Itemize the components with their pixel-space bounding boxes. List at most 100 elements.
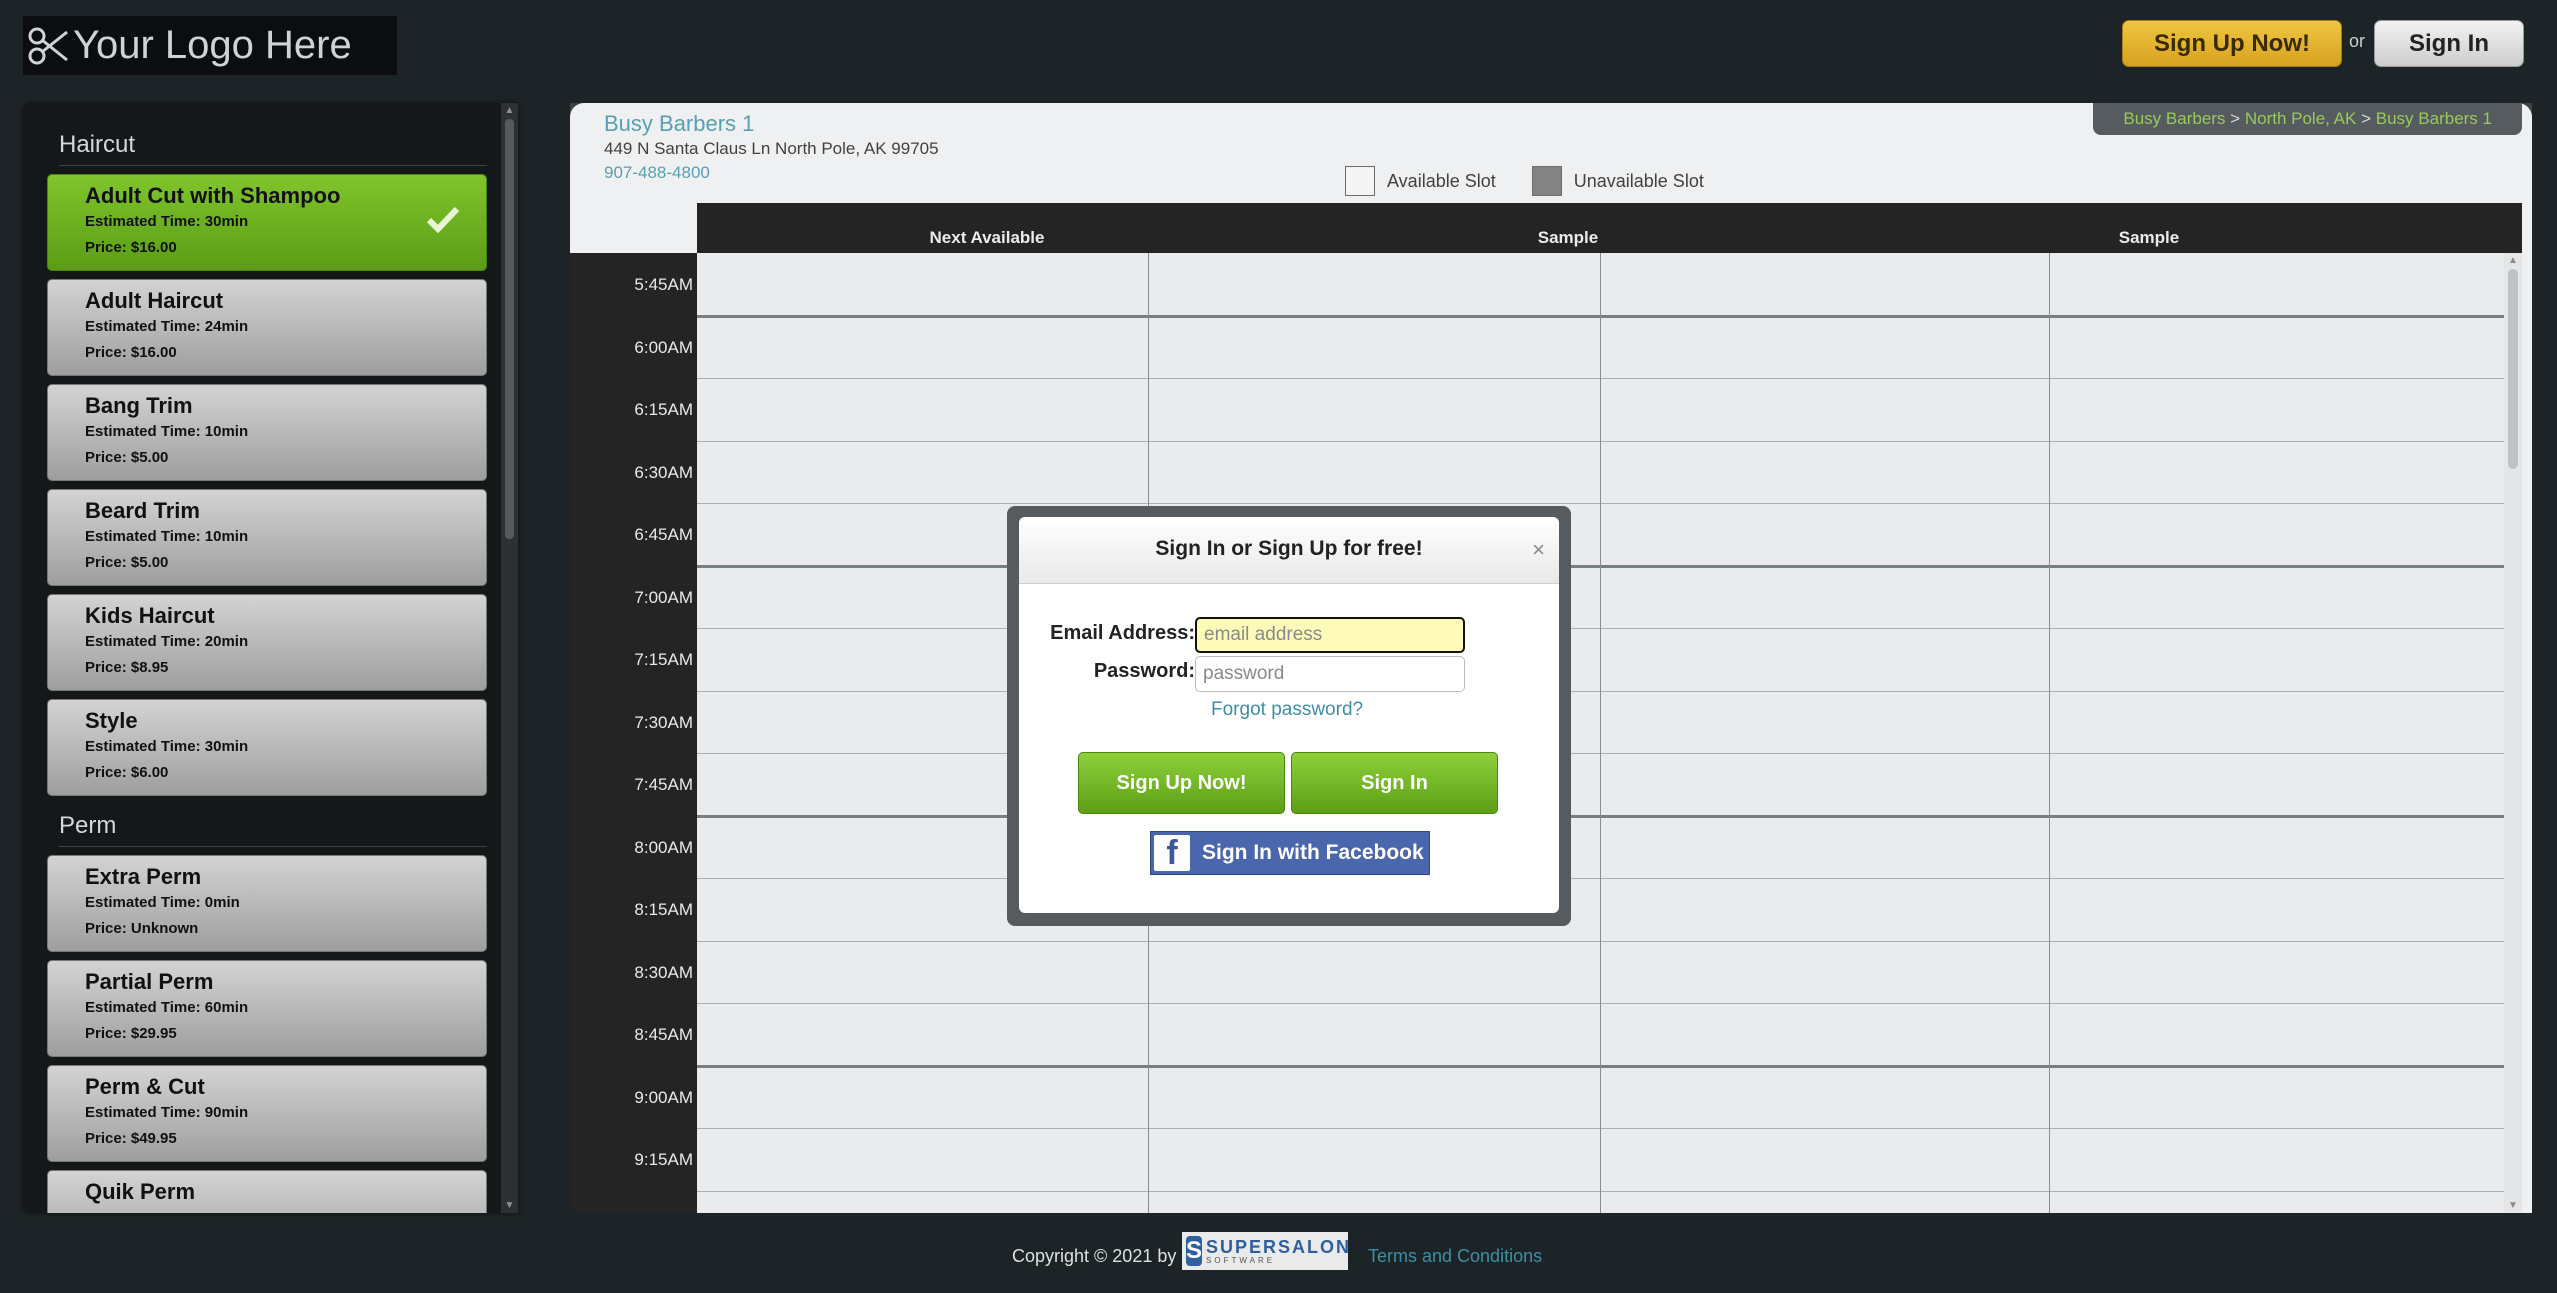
time-slot-label: 7:15AM [634,650,693,669]
unavailable-slot-swatch [1531,166,1562,196]
service-name: Adult Haircut [85,288,224,313]
service-item[interactable]: Beard Trim Estimated Time: 10min Price: $5… [47,489,487,586]
password-label: Password: [1093,660,1195,682]
facebook-signin-button[interactable]: f Sign In with Facebook [1150,831,1430,875]
service-time: Estimated Time: 60min [85,999,249,1016]
modal-header: Sign In or Sign Up for free! × [1019,517,1559,584]
modal-signup-button[interactable]: Sign Up Now! [1078,752,1285,814]
column-title-sample: Sample [1537,228,1599,247]
column-title-next-available: Next Available [929,228,1045,247]
column-divider [1600,253,1601,1213]
sidebar-scrollbar[interactable]: ▲ ▼ [501,103,518,1213]
service-price: Price: $29.95 [85,1025,177,1042]
service-time: Estimated Time: 24min [85,318,249,335]
time-column: 5:45AM 6:00AM 6:15AM 6:30AM 6:45AM 7:00AM 7:15… [570,253,697,1213]
calendar-scroll-thumb[interactable] [2508,269,2518,469]
breadcrumb-separator: > [2361,109,2372,128]
available-slot-label: Available Slot [1387,170,1496,191]
time-slot-label: 8:15AM [634,900,693,919]
supersalon-wordmark: SUPERSALON [1206,1236,1352,1257]
service-time: Estimated Time: 90min [85,1104,249,1121]
breadcrumb-item[interactable]: Busy Barbers [2123,109,2225,128]
service-price: Price: Unknown [85,920,199,937]
appointment-grid[interactable] [697,253,2504,1213]
service-item[interactable]: Quik Perm [47,1170,487,1213]
checkmark-icon [426,206,460,233]
email-label: Email Address: [1050,622,1195,644]
category-heading: Haircut [59,131,487,166]
service-sidebar: Haircut Adult Cut with Shampoo Estimated T… [23,103,518,1213]
time-slot-label: 9:00AM [634,1087,693,1107]
service-item[interactable]: Bang Trim Estimated Time: 10min Price: $5.… [47,384,487,481]
scroll-down-icon[interactable]: ▼ [2507,1200,2519,1211]
copyright-text: Copyright © 2021 by [1012,1246,1177,1266]
forgot-password-link[interactable]: Forgot password? [1211,699,1363,721]
site-logo[interactable]: Your Logo Here [23,16,397,75]
service-price: Price: $16.00 [85,239,177,256]
scroll-up-icon[interactable]: ▲ [2507,255,2519,266]
column-divider [2049,253,2050,1213]
signin-modal: Sign In or Sign Up for free! × Email Add… [1019,517,1559,913]
service-time: Estimated Time: 20min [85,633,249,650]
modal-title: Sign In or Sign Up for free! [1155,537,1423,560]
column-title-sample: Sample [2118,228,2180,247]
signup-button[interactable]: Sign Up Now! [2122,20,2342,67]
time-slot-label: 6:45AM [634,525,693,544]
service-item[interactable]: Adult Haircut Estimated Time: 24min Price:… [47,279,487,376]
service-time: Estimated Time: 10min [85,528,249,545]
service-price: Price: $5.00 [85,554,169,571]
facebook-signin-label: Sign In with Facebook [1202,841,1424,864]
time-slot-label: 7:45AM [634,775,693,794]
modal-signin-button[interactable]: Sign In [1291,752,1498,814]
signin-button[interactable]: Sign In [2374,20,2524,67]
breadcrumb-item[interactable]: Busy Barbers 1 [2376,109,2492,128]
logo-text: Your Logo Here [73,23,352,67]
email-field[interactable] [1195,617,1465,653]
supersalon-mark: S [1186,1236,1203,1266]
service-name: Quik Perm [85,1179,196,1204]
service-price: Price: $8.95 [85,659,169,676]
time-slot-label: 7:00AM [634,587,693,607]
service-name: Kids Haircut [85,603,215,628]
service-item[interactable]: Kids Haircut Estimated Time: 20min Price: … [47,594,487,691]
calendar-column-header: Next Available Sample Sample [697,203,2522,253]
service-name: Extra Perm [85,864,202,889]
service-item[interactable]: Style Estimated Time: 30min Price: $6.00 [47,699,487,796]
breadcrumb-separator: > [2230,109,2241,128]
time-slot-label: 6:00AM [634,337,693,357]
service-price: Price: $49.95 [85,1130,177,1147]
scroll-down-icon[interactable]: ▼ [503,1200,516,1211]
supersalon-logo-icon[interactable]: S SUPERSALON SOFTWARE [1182,1232,1352,1270]
service-name: Partial Perm [85,969,214,994]
service-item[interactable]: Adult Cut with Shampoo Estimated Time: 30… [47,174,487,271]
close-icon[interactable]: × [1532,537,1545,563]
supersalon-subtitle: SOFTWARE [1206,1255,1276,1265]
breadcrumb-item[interactable]: North Pole, AK [2245,109,2357,128]
service-item[interactable]: Perm & Cut Estimated Time: 90min Price: $4… [47,1065,487,1162]
service-time: Estimated Time: 10min [85,423,249,440]
time-slot-label: 7:30AM [634,712,693,732]
service-name: Perm & Cut [85,1074,205,1099]
time-slot-label: 8:30AM [634,962,693,982]
service-price: Price: $6.00 [85,764,169,781]
scroll-up-icon[interactable]: ▲ [503,105,516,116]
breadcrumb: Busy Barbers > North Pole, AK > Busy Bar… [2093,103,2522,135]
time-slot-label: 8:00AM [634,837,693,857]
time-slot-label: 5:45AM [634,275,693,294]
salon-phone[interactable]: 907-488-4800 [604,163,710,183]
service-time: Estimated Time: 30min [85,738,249,755]
salon-name[interactable]: Busy Barbers 1 [604,111,754,137]
service-name: Style [85,708,138,733]
unavailable-slot-label: Unavailable Slot [1573,170,1704,191]
calendar-scrollbar[interactable]: ▲ ▼ [2504,253,2522,1213]
service-item[interactable]: Partial Perm Estimated Time: 60min Price: … [47,960,487,1057]
time-slot-label: 8:45AM [634,1025,693,1044]
terms-link[interactable]: Terms and Conditions [1368,1246,1542,1267]
service-list: Haircut Adult Cut with Shampoo Estimated T… [23,103,501,1213]
sidebar-scroll-thumb[interactable] [505,119,514,539]
service-item[interactable]: Extra Perm Estimated Time: 0min Price: Unk… [47,855,487,952]
password-field[interactable] [1195,656,1465,692]
category-heading: Perm [59,812,487,847]
scissors-icon [28,27,68,64]
time-slot-label: 9:15AM [634,1150,693,1169]
